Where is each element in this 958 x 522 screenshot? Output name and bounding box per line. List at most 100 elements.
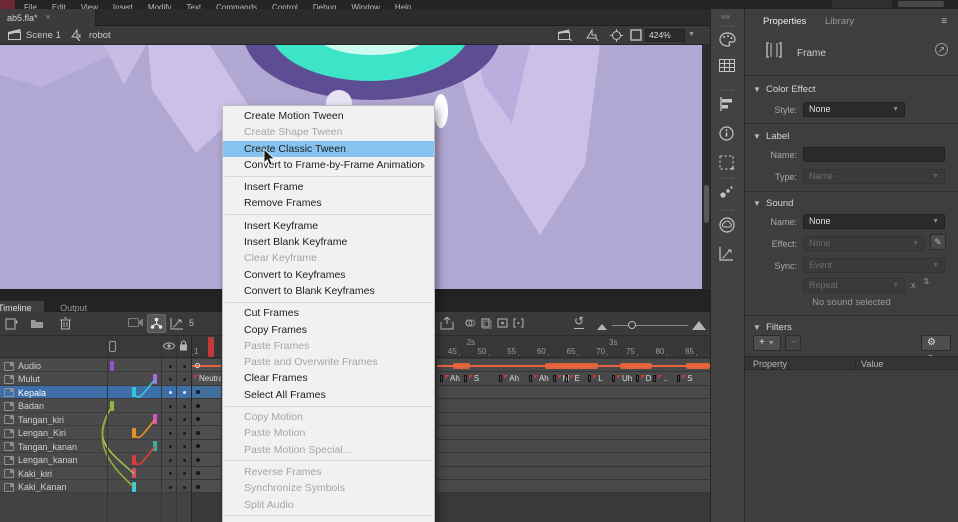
transform-panel-icon[interactable] <box>719 155 737 173</box>
info-panel-icon[interactable] <box>719 126 737 144</box>
frames-right-block[interactable] <box>437 386 710 399</box>
menubar-item[interactable]: File <box>24 2 37 9</box>
section-filters[interactable]: Filters <box>766 322 792 333</box>
align-panel-icon[interactable] <box>719 97 737 115</box>
layer-row[interactable]: Audio <box>0 359 191 372</box>
scrollbar-thumb[interactable] <box>704 185 709 223</box>
layer-row[interactable]: Kaki_Kanan <box>0 480 191 493</box>
frames-right-block[interactable] <box>437 467 710 480</box>
graph-editor-icon[interactable] <box>170 317 184 330</box>
visibility-dot[interactable] <box>169 486 172 489</box>
lock-dot[interactable] <box>183 445 186 448</box>
frames-left-block[interactable] <box>192 399 222 412</box>
context-menu-item[interactable]: Paste Frames <box>223 338 434 354</box>
edit-sound-envelope-icon[interactable]: ✎ <box>930 234 946 250</box>
frames-right-block[interactable] <box>437 426 710 439</box>
context-menu-item[interactable]: Split Audio <box>223 497 434 513</box>
visibility-dot[interactable] <box>169 365 172 368</box>
edit-symbols-icon[interactable] <box>585 29 599 41</box>
camera-icon[interactable] <box>128 317 143 328</box>
menubar-item[interactable]: Insert <box>113 2 133 9</box>
parent-marker[interactable] <box>132 387 136 397</box>
parent-marker[interactable] <box>132 428 136 438</box>
modify-markers-icon[interactable] <box>513 317 524 329</box>
new-folder-icon[interactable] <box>30 317 44 329</box>
context-menu-item[interactable]: Remove Frames <box>223 195 434 211</box>
parent-marker[interactable] <box>110 361 114 371</box>
layer-row[interactable]: Kaki_kiri <box>0 467 191 480</box>
lock-dot[interactable] <box>183 418 186 421</box>
add-filter-button[interactable]: + ▼ <box>753 335 781 351</box>
context-menu-item[interactable]: Create Motion Tween <box>223 108 434 124</box>
context-menu-item[interactable]: Convert to Keyframes <box>223 267 434 283</box>
remove-filter-button[interactable]: − <box>785 335 801 351</box>
frames-left-block[interactable] <box>192 386 222 399</box>
menubar-item[interactable]: View <box>81 2 98 9</box>
layer-row[interactable]: Kepala <box>0 386 191 399</box>
repeat-stepper[interactable]: ⇅ <box>923 277 930 286</box>
frame-size-slider-thumb[interactable] <box>628 321 636 329</box>
sound-sync-dropdown[interactable]: Event▼ <box>803 258 945 273</box>
lock-dot[interactable] <box>183 432 186 435</box>
sound-effect-dropdown[interactable]: None▼ <box>803 236 925 251</box>
loop-playback-icon[interactable]: ↺ <box>574 314 584 329</box>
context-menu-item[interactable]: Copy Frames <box>223 322 434 338</box>
stage-vertical-scrollbar[interactable] <box>702 45 710 289</box>
lock-dot[interactable] <box>183 378 186 381</box>
context-menu-item[interactable]: Select All Frames <box>223 387 434 403</box>
parent-marker[interactable] <box>110 401 114 411</box>
layer-row[interactable]: Tangan_kanan <box>0 440 191 453</box>
collapse-panels-icon[interactable]: «« <box>721 12 730 21</box>
filter-options-gear-icon[interactable]: ⚙ ▼ <box>921 335 951 351</box>
context-menu-item[interactable]: Copy Motion <box>223 409 434 425</box>
close-tab-icon[interactable]: × <box>46 13 51 22</box>
visibility-dot[interactable] <box>169 391 172 394</box>
frames-left-block[interactable]: Neutral <box>192 372 222 385</box>
visibility-dot[interactable] <box>169 445 172 448</box>
lock-dot[interactable] <box>183 472 186 475</box>
parent-marker[interactable] <box>132 455 136 465</box>
lock-dot[interactable] <box>183 486 186 489</box>
frames-left-block[interactable] <box>192 440 222 453</box>
dock-drag-handle[interactable] <box>721 25 735 27</box>
swatches-icon[interactable] <box>719 59 737 77</box>
frames-right-block[interactable] <box>437 480 710 493</box>
visibility-column-eye-icon[interactable] <box>163 342 175 350</box>
sound-name-dropdown[interactable]: None▼ <box>803 214 945 229</box>
visibility-dot[interactable] <box>169 472 172 475</box>
frame-size-slider-track[interactable] <box>612 325 688 326</box>
zoom-level-dropdown[interactable]: 424% <box>645 29 685 42</box>
context-menu-item[interactable]: Cut Frames <box>223 305 434 321</box>
collapse-triangle-icon[interactable]: ▼ <box>753 132 761 141</box>
parent-marker[interactable] <box>153 441 157 451</box>
context-menu-item[interactable]: Paste and Overwrite Frames <box>223 354 434 370</box>
edit-scene-icon[interactable] <box>558 29 572 41</box>
convert-arrow-icon[interactable]: ↗ <box>935 43 948 56</box>
context-menu-item[interactable]: Paste Motion <box>223 425 434 441</box>
lock-dot[interactable] <box>183 459 186 462</box>
label-type-dropdown[interactable]: Name▼ <box>803 169 945 184</box>
enlarge-frame-view-icon[interactable] <box>692 321 706 330</box>
collapse-triangle-icon[interactable]: ▼ <box>753 85 761 94</box>
layer-row[interactable]: Tangan_kiri <box>0 413 191 426</box>
menubar-item[interactable]: Commands <box>216 2 257 9</box>
context-menu-item[interactable]: Create Classic Tween <box>223 141 434 157</box>
style-dropdown[interactable]: None▼ <box>803 102 905 117</box>
menubar-item[interactable]: Help <box>395 2 411 9</box>
frames-left-block[interactable] <box>192 453 222 466</box>
show-parenting-view-button[interactable] <box>147 314 166 333</box>
frames-right-block[interactable] <box>437 440 710 453</box>
sound-repeat-dropdown[interactable]: Repeat▼ <box>803 278 905 293</box>
context-menu-item[interactable]: Insert Keyframe <box>223 218 434 234</box>
delete-layer-icon[interactable] <box>60 317 71 330</box>
lock-dot[interactable] <box>183 365 186 368</box>
visibility-dot[interactable] <box>169 432 172 435</box>
context-menu-item[interactable]: Convert to Blank Keyframes <box>223 283 434 299</box>
center-stage-icon[interactable] <box>610 29 623 42</box>
visibility-dot[interactable] <box>169 405 172 408</box>
account-box[interactable] <box>898 1 944 7</box>
context-menu-item[interactable]: Synchronize Symbols <box>223 480 434 496</box>
visibility-dot[interactable] <box>169 378 172 381</box>
motion-graph-icon[interactable] <box>719 247 737 265</box>
parent-marker[interactable] <box>153 374 157 384</box>
